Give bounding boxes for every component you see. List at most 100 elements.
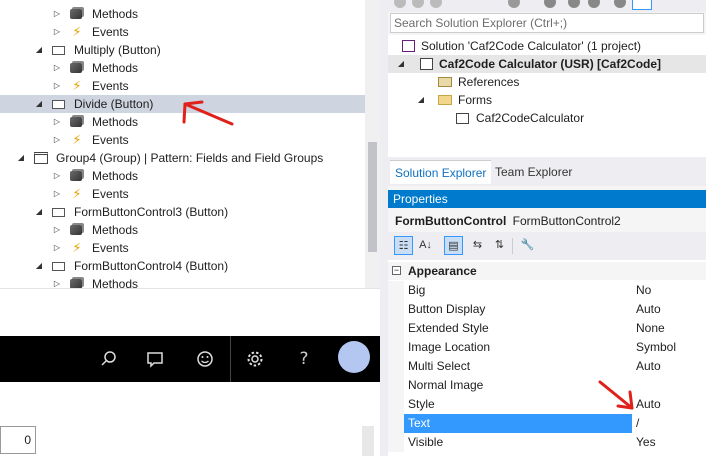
expand-triangle-icon[interactable]: ▷ <box>52 221 62 239</box>
tab-team-explorer[interactable]: Team Explorer <box>490 160 577 184</box>
properties-view-icon[interactable]: ▤ <box>444 236 463 255</box>
tree-scrollbar[interactable] <box>365 0 380 288</box>
events-icon: ⚡ <box>72 186 82 201</box>
property-row-button-display[interactable]: Button Display Auto <box>388 300 706 319</box>
property-row-normal-image[interactable]: Normal Image <box>388 376 706 395</box>
pane-splitter[interactable] <box>380 0 388 456</box>
alphabetical-icon[interactable]: A↓ <box>416 236 435 255</box>
tree-row[interactable]: ▷ Methods <box>0 59 365 77</box>
content-scrollbar[interactable] <box>362 426 374 456</box>
property-row-big[interactable]: Big No <box>388 281 706 300</box>
form-node[interactable]: Caf2CodeCalculator <box>388 109 706 127</box>
collapse-triangle-icon[interactable]: ◢ <box>34 257 44 275</box>
property-row-multi-select[interactable]: Multi Select Auto <box>388 357 706 376</box>
history-icon[interactable] <box>508 0 520 8</box>
property-row-text[interactable]: Text / <box>388 414 706 433</box>
tree-row[interactable]: ▷ ⚡ Events <box>0 77 365 95</box>
property-value[interactable]: Symbol <box>632 338 706 357</box>
property-row-extended-style[interactable]: Extended Style None <box>388 319 706 338</box>
help-icon[interactable]: ? <box>281 336 327 382</box>
collapse-box-icon[interactable]: − <box>392 266 401 275</box>
preview-toggle-button[interactable] <box>632 0 652 10</box>
expand-triangle-icon[interactable]: ▷ <box>52 113 62 131</box>
tab-solution-explorer[interactable]: Solution Explorer <box>390 160 492 184</box>
collapse-triangle-icon[interactable]: ◢ <box>16 149 26 167</box>
property-gutter <box>388 357 404 376</box>
collapse-triangle-icon[interactable]: ◢ <box>34 203 44 221</box>
collapse-icon[interactable] <box>568 0 580 8</box>
tree-row-label: Events <box>92 133 129 147</box>
tree-row[interactable]: ▷ ⚡ Events <box>0 239 365 257</box>
expand-triangle-icon[interactable]: ▷ <box>52 239 62 257</box>
comment-icon[interactable] <box>132 336 178 382</box>
sort-icon[interactable]: ⇅ <box>490 236 509 255</box>
wrench-icon[interactable]: 🔧 <box>518 236 537 255</box>
property-value[interactable]: Auto <box>632 300 706 319</box>
expand-triangle-icon[interactable]: ▷ <box>52 23 62 41</box>
expand-triangle-icon[interactable]: ▷ <box>52 167 62 185</box>
property-gutter <box>388 338 404 357</box>
tree-row[interactable]: ▷ Methods <box>0 221 365 239</box>
home-icon[interactable] <box>430 0 442 8</box>
tree-row[interactable]: ▷ Methods <box>0 275 365 288</box>
property-gutter <box>388 395 404 414</box>
tree-row[interactable]: ▷ Methods <box>0 167 365 185</box>
smiley-icon[interactable] <box>182 336 228 382</box>
tree-row[interactable]: ▷ ⚡ Events <box>0 185 365 203</box>
property-value[interactable]: No <box>632 281 706 300</box>
search-icon[interactable] <box>86 336 132 382</box>
references-node[interactable]: References <box>388 73 706 91</box>
property-value[interactable] <box>632 376 706 395</box>
expand-triangle-icon[interactable]: ▷ <box>52 275 62 288</box>
events-list-icon[interactable]: ⇆ <box>468 236 487 255</box>
tree-row-label: Events <box>92 187 129 201</box>
sync-icon[interactable] <box>544 0 556 8</box>
forms-node[interactable]: ◢ Forms <box>388 91 706 109</box>
solution-search-input[interactable]: Search Solution Explorer (Ctrl+;) <box>390 13 704 33</box>
categorized-icon[interactable]: ☷ <box>394 236 413 255</box>
gear-icon[interactable] <box>232 336 278 382</box>
project-node[interactable]: ◢ Caf2Code Calculator (USR) [Caf2Code] <box>388 55 706 73</box>
folder-icon <box>438 95 452 105</box>
object-name: FormButtonControl2 <box>512 214 621 228</box>
property-value[interactable]: Auto <box>632 357 706 376</box>
property-row-visible[interactable]: Visible Yes <box>388 433 706 452</box>
solution-node[interactable]: Solution 'Caf2Code Calculator' (1 projec… <box>388 37 706 55</box>
toolbar-divider <box>230 336 231 382</box>
property-value[interactable]: / <box>632 414 706 433</box>
show-all-files-icon[interactable] <box>588 0 600 8</box>
expand-triangle-icon[interactable]: ▷ <box>52 59 62 77</box>
methods-icon <box>70 63 82 73</box>
properties-icon[interactable] <box>614 0 626 8</box>
collapse-triangle-icon[interactable]: ◢ <box>416 91 426 109</box>
tree-row[interactable]: ◢ FormButtonControl4 (Button) <box>0 257 365 275</box>
avatar[interactable] <box>338 341 370 373</box>
property-value[interactable]: Auto <box>632 395 706 414</box>
tree-row[interactable]: ◢ Multiply (Button) <box>0 41 365 59</box>
tree-row[interactable]: ◢ Group4 (Group) | Pattern: Fields and Fi… <box>0 149 365 167</box>
tree-row[interactable]: ▷ Methods <box>0 5 365 23</box>
property-value[interactable]: Yes <box>632 433 706 452</box>
category-appearance[interactable]: − Appearance <box>388 262 706 280</box>
collapse-triangle-icon[interactable]: ◢ <box>396 55 406 73</box>
expand-triangle-icon[interactable]: ▷ <box>52 185 62 203</box>
expand-triangle-icon[interactable]: ▷ <box>52 77 62 95</box>
property-value[interactable]: None <box>632 319 706 338</box>
expand-triangle-icon[interactable]: ▷ <box>52 131 62 149</box>
tree-row-label: FormButtonControl3 (Button) <box>74 205 229 219</box>
tree-row[interactable]: ▷ ⚡ Events <box>0 23 365 41</box>
back-icon[interactable] <box>394 0 406 8</box>
property-row-style[interactable]: Style Auto <box>388 395 706 414</box>
button-control-icon <box>52 262 65 271</box>
tree-row[interactable]: ◢ FormButtonControl3 (Button) <box>0 203 365 221</box>
property-row-image-location[interactable]: Image Location Symbol <box>388 338 706 357</box>
tree-row-label: Events <box>92 25 129 39</box>
tree-scrollbar-thumb[interactable] <box>368 142 377 252</box>
forward-icon[interactable] <box>412 0 424 8</box>
collapse-triangle-icon[interactable]: ◢ <box>34 95 44 113</box>
object-selector[interactable]: FormButtonControl FormButtonControl2 <box>388 210 706 232</box>
number-field[interactable]: 0 <box>0 426 36 454</box>
collapse-triangle-icon[interactable]: ◢ <box>34 41 44 59</box>
references-label: References <box>458 75 520 89</box>
expand-triangle-icon[interactable]: ▷ <box>52 5 62 23</box>
